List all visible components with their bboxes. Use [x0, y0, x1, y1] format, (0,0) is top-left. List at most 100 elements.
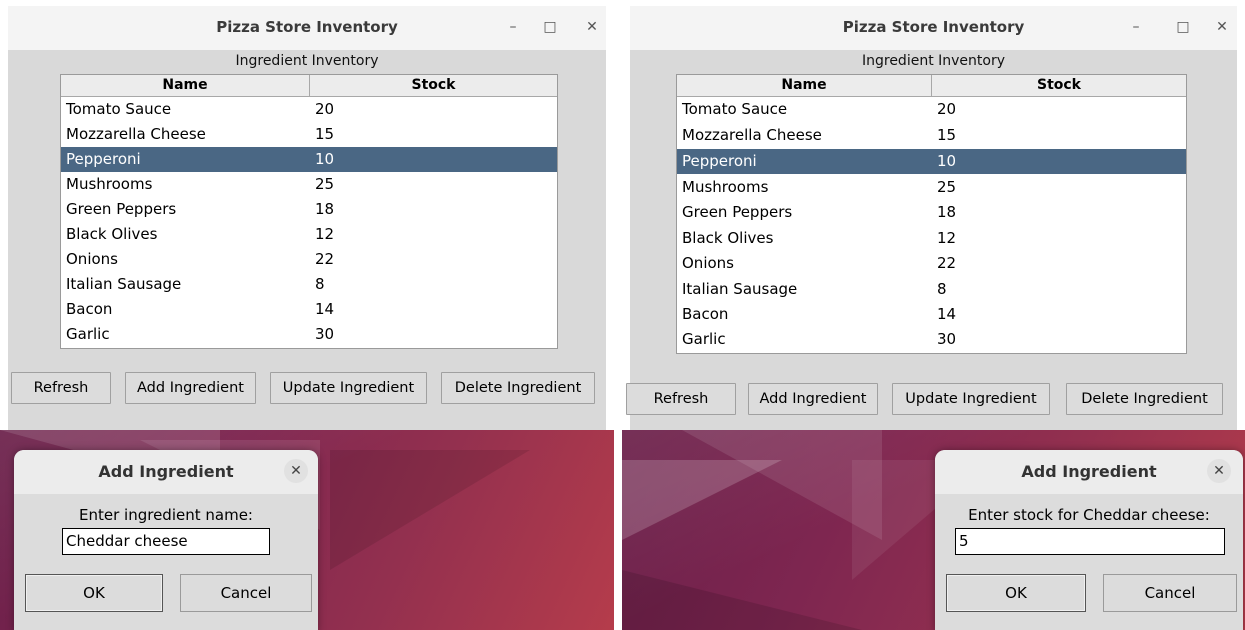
cell-name: Mushrooms — [66, 175, 153, 193]
stock-input[interactable]: 5 — [955, 528, 1225, 555]
cell-stock: 18 — [315, 200, 335, 218]
cell-name: Mushrooms — [682, 178, 769, 196]
add-ingredient-dialog: Add Ingredient ✕ Enter ingredient name: … — [14, 450, 318, 630]
add-ingredient-button[interactable]: Add Ingredient — [125, 372, 256, 404]
cell-name: Tomato Sauce — [682, 100, 788, 118]
table-row-selected[interactable]: Pepperoni 10 — [677, 149, 1186, 174]
cell-stock: 25 — [315, 175, 335, 193]
section-title: Ingredient Inventory — [861, 53, 1006, 69]
cell-name: Italian Sausage — [66, 275, 182, 293]
dialog-title: Add Ingredient — [1021, 462, 1157, 481]
table-row[interactable]: Onions 22 — [61, 247, 557, 272]
cell-name: Onions — [682, 254, 734, 272]
cell-stock: 30 — [937, 330, 957, 348]
table-header: Name Stock — [61, 75, 557, 97]
table-row[interactable]: Green Peppers 18 — [61, 197, 557, 222]
table-row[interactable]: Garlic 30 — [677, 327, 1186, 352]
column-header-name[interactable]: Name — [61, 75, 310, 96]
cell-name: Pepperoni — [682, 152, 757, 170]
dialog-close-icon[interactable]: ✕ — [284, 459, 308, 483]
ok-button[interactable]: OK — [25, 574, 163, 612]
table-row[interactable]: Italian Sausage 8 — [61, 272, 557, 297]
table-row[interactable]: Tomato Sauce 20 — [61, 97, 557, 122]
cell-stock: 30 — [315, 325, 335, 343]
cancel-button[interactable]: Cancel — [180, 574, 312, 612]
cell-name: Black Olives — [682, 229, 774, 247]
cell-name: Italian Sausage — [682, 280, 798, 298]
refresh-button[interactable]: Refresh — [11, 372, 111, 404]
cell-stock: 18 — [937, 203, 957, 221]
maximize-button[interactable]: □ — [540, 17, 560, 37]
section-title: Ingredient Inventory — [235, 53, 379, 69]
ok-button[interactable]: OK — [946, 574, 1086, 612]
cell-stock: 22 — [315, 250, 335, 268]
cell-stock: 8 — [937, 280, 947, 298]
cancel-button[interactable]: Cancel — [1103, 574, 1237, 612]
cell-name: Mozzarella Cheese — [66, 125, 206, 143]
table-row[interactable]: Mushrooms 25 — [61, 172, 557, 197]
cell-stock: 14 — [315, 300, 335, 318]
cell-stock: 15 — [315, 125, 335, 143]
table-row[interactable]: Mozzarella Cheese 15 — [61, 122, 557, 147]
table-row[interactable]: Tomato Sauce 20 — [677, 97, 1186, 122]
update-ingredient-button[interactable]: Update Ingredient — [892, 383, 1050, 415]
table-row[interactable]: Bacon 14 — [677, 302, 1186, 327]
cell-name: Green Peppers — [682, 203, 793, 221]
table-header: Name Stock — [677, 75, 1186, 97]
table-row[interactable]: Garlic 30 — [61, 322, 557, 347]
dialog-prompt: Enter ingredient name: — [79, 506, 253, 524]
column-header-stock[interactable]: Stock — [932, 75, 1186, 96]
dialog-close-icon[interactable]: ✕ — [1207, 459, 1231, 483]
cell-stock: 22 — [937, 254, 957, 272]
delete-ingredient-button[interactable]: Delete Ingredient — [441, 372, 595, 404]
table-row-selected[interactable]: Pepperoni 10 — [61, 147, 557, 172]
cell-name: Black Olives — [66, 225, 158, 243]
cell-name: Pepperoni — [66, 150, 141, 168]
minimize-button[interactable]: – — [503, 17, 523, 37]
main-window: Pizza Store Inventory – □ ✕ Ingredient I… — [626, 6, 1237, 430]
cell-name: Garlic — [682, 330, 726, 348]
dialog-title-bar: Add Ingredient ✕ — [14, 450, 318, 494]
refresh-button[interactable]: Refresh — [626, 383, 736, 415]
cell-stock: 15 — [937, 126, 957, 144]
table-row[interactable]: Black Olives 12 — [61, 222, 557, 247]
cell-stock: 14 — [937, 305, 957, 323]
add-ingredient-button[interactable]: Add Ingredient — [748, 383, 878, 415]
screenshot-left: Pizza Store Inventory – □ ✕ Ingredient I… — [0, 0, 614, 630]
cell-name: Bacon — [66, 300, 113, 318]
delete-ingredient-button[interactable]: Delete Ingredient — [1066, 383, 1223, 415]
table-row[interactable]: Mushrooms 25 — [677, 175, 1186, 200]
column-header-name[interactable]: Name — [677, 75, 932, 96]
table-row[interactable]: Bacon 14 — [61, 297, 557, 322]
title-bar: Pizza Store Inventory – □ ✕ — [630, 6, 1237, 50]
update-ingredient-button[interactable]: Update Ingredient — [270, 372, 427, 404]
cell-stock: 12 — [315, 225, 335, 243]
table-row[interactable]: Italian Sausage 8 — [677, 277, 1186, 302]
cell-stock: 8 — [315, 275, 325, 293]
cell-stock: 20 — [937, 100, 957, 118]
table-row[interactable]: Black Olives 12 — [677, 226, 1186, 251]
close-button[interactable]: ✕ — [1212, 17, 1232, 37]
add-ingredient-dialog: Add Ingredient ✕ Enter stock for Cheddar… — [935, 450, 1243, 630]
inventory-table[interactable]: Name Stock Tomato Sauce 20 Mozzarella Che… — [676, 74, 1187, 354]
dialog-prompt: Enter stock for Cheddar cheese: — [968, 506, 1210, 524]
table-row[interactable]: Green Peppers 18 — [677, 200, 1186, 225]
cell-name: Mozzarella Cheese — [682, 126, 822, 144]
dialog-title: Add Ingredient — [98, 462, 234, 481]
cell-name: Bacon — [682, 305, 729, 323]
minimize-button[interactable]: – — [1126, 17, 1146, 37]
cell-name: Tomato Sauce — [66, 100, 172, 118]
main-window: Pizza Store Inventory – □ ✕ Ingredient I… — [8, 6, 606, 430]
maximize-button[interactable]: □ — [1173, 17, 1193, 37]
title-bar: Pizza Store Inventory – □ ✕ — [8, 6, 606, 50]
cell-name: Garlic — [66, 325, 110, 343]
dialog-title-bar: Add Ingredient ✕ — [935, 450, 1243, 494]
table-row[interactable]: Mozzarella Cheese 15 — [677, 123, 1186, 148]
cell-stock: 10 — [315, 150, 335, 168]
cell-stock: 10 — [937, 152, 957, 170]
close-button[interactable]: ✕ — [582, 17, 602, 37]
table-row[interactable]: Onions 22 — [677, 251, 1186, 276]
column-header-stock[interactable]: Stock — [310, 75, 557, 96]
ingredient-name-input[interactable]: Cheddar cheese — [62, 528, 270, 555]
inventory-table[interactable]: Name Stock Tomato Sauce 20 Mozzarella Che… — [60, 74, 558, 349]
